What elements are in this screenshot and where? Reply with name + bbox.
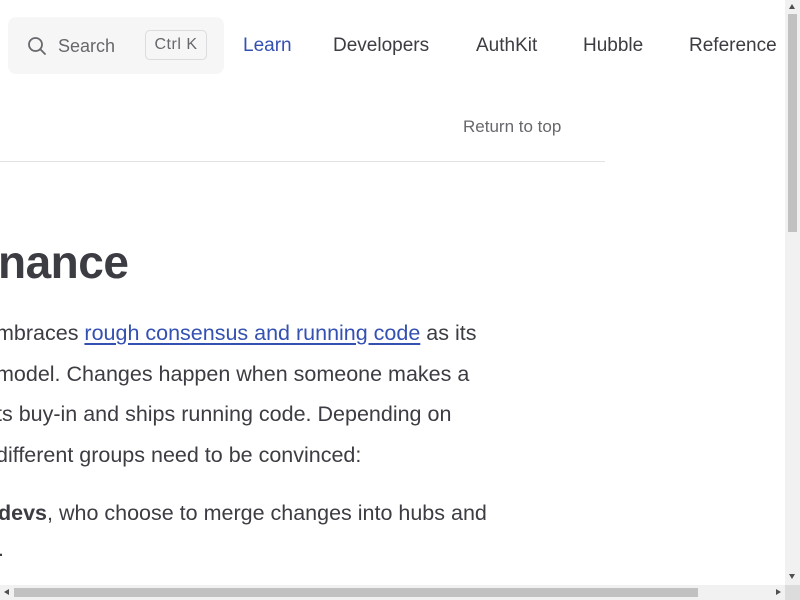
paragraph-line: mbraces rough consensus and running code… [0,313,596,354]
horizontal-scroll-thumb[interactable] [14,588,698,597]
local-nav-divider [0,161,605,162]
list-item-bold: devs [0,501,48,525]
search-label: Search [58,36,116,56]
scrollbar-corner [785,585,800,600]
triangle-up-icon[interactable] [789,4,795,9]
paragraph-line: different groups need to be convinced: [0,442,362,467]
list-item-line: devs, who choose to merge changes into h… [0,495,598,531]
paragraph-text: mbraces [0,321,85,345]
page-viewport: Search Ctrl K Learn Developers AuthKit H… [0,0,785,585]
triangle-down-icon[interactable] [789,574,795,579]
paragraph-line: ts buy-in and ships running code. Depend… [0,402,452,426]
triangle-left-icon[interactable] [4,589,9,595]
vertical-scrollbar[interactable] [785,0,800,585]
nav-link-learn[interactable]: Learn [243,35,292,57]
triangle-right-icon[interactable] [776,589,781,595]
intro-paragraph: mbraces rough consensus and running code… [0,313,596,475]
nav-link-developers[interactable]: Developers [333,35,429,57]
search-button[interactable]: Search Ctrl K [8,17,224,74]
search-shortcut-hint: Ctrl K [145,30,207,60]
page-title: nance [0,236,129,288]
nav-link-reference[interactable]: Reference [689,35,777,57]
rough-consensus-link[interactable]: rough consensus and running code [84,321,420,345]
list-item-line: . [0,531,598,567]
list-item: devs, who choose to merge changes into h… [0,495,598,567]
horizontal-scrollbar[interactable] [0,585,785,600]
nav-link-hubble[interactable]: Hubble [583,35,643,57]
vertical-scroll-thumb[interactable] [788,14,797,232]
paragraph-text: as its [420,321,477,345]
search-icon [27,36,47,56]
return-to-top-link[interactable]: Return to top [463,117,561,137]
nav-link-authkit[interactable]: AuthKit [476,35,537,57]
list-item-text: , who choose to merge changes into hubs … [47,501,487,525]
paragraph-line: model. Changes happen when someone makes… [0,361,470,386]
